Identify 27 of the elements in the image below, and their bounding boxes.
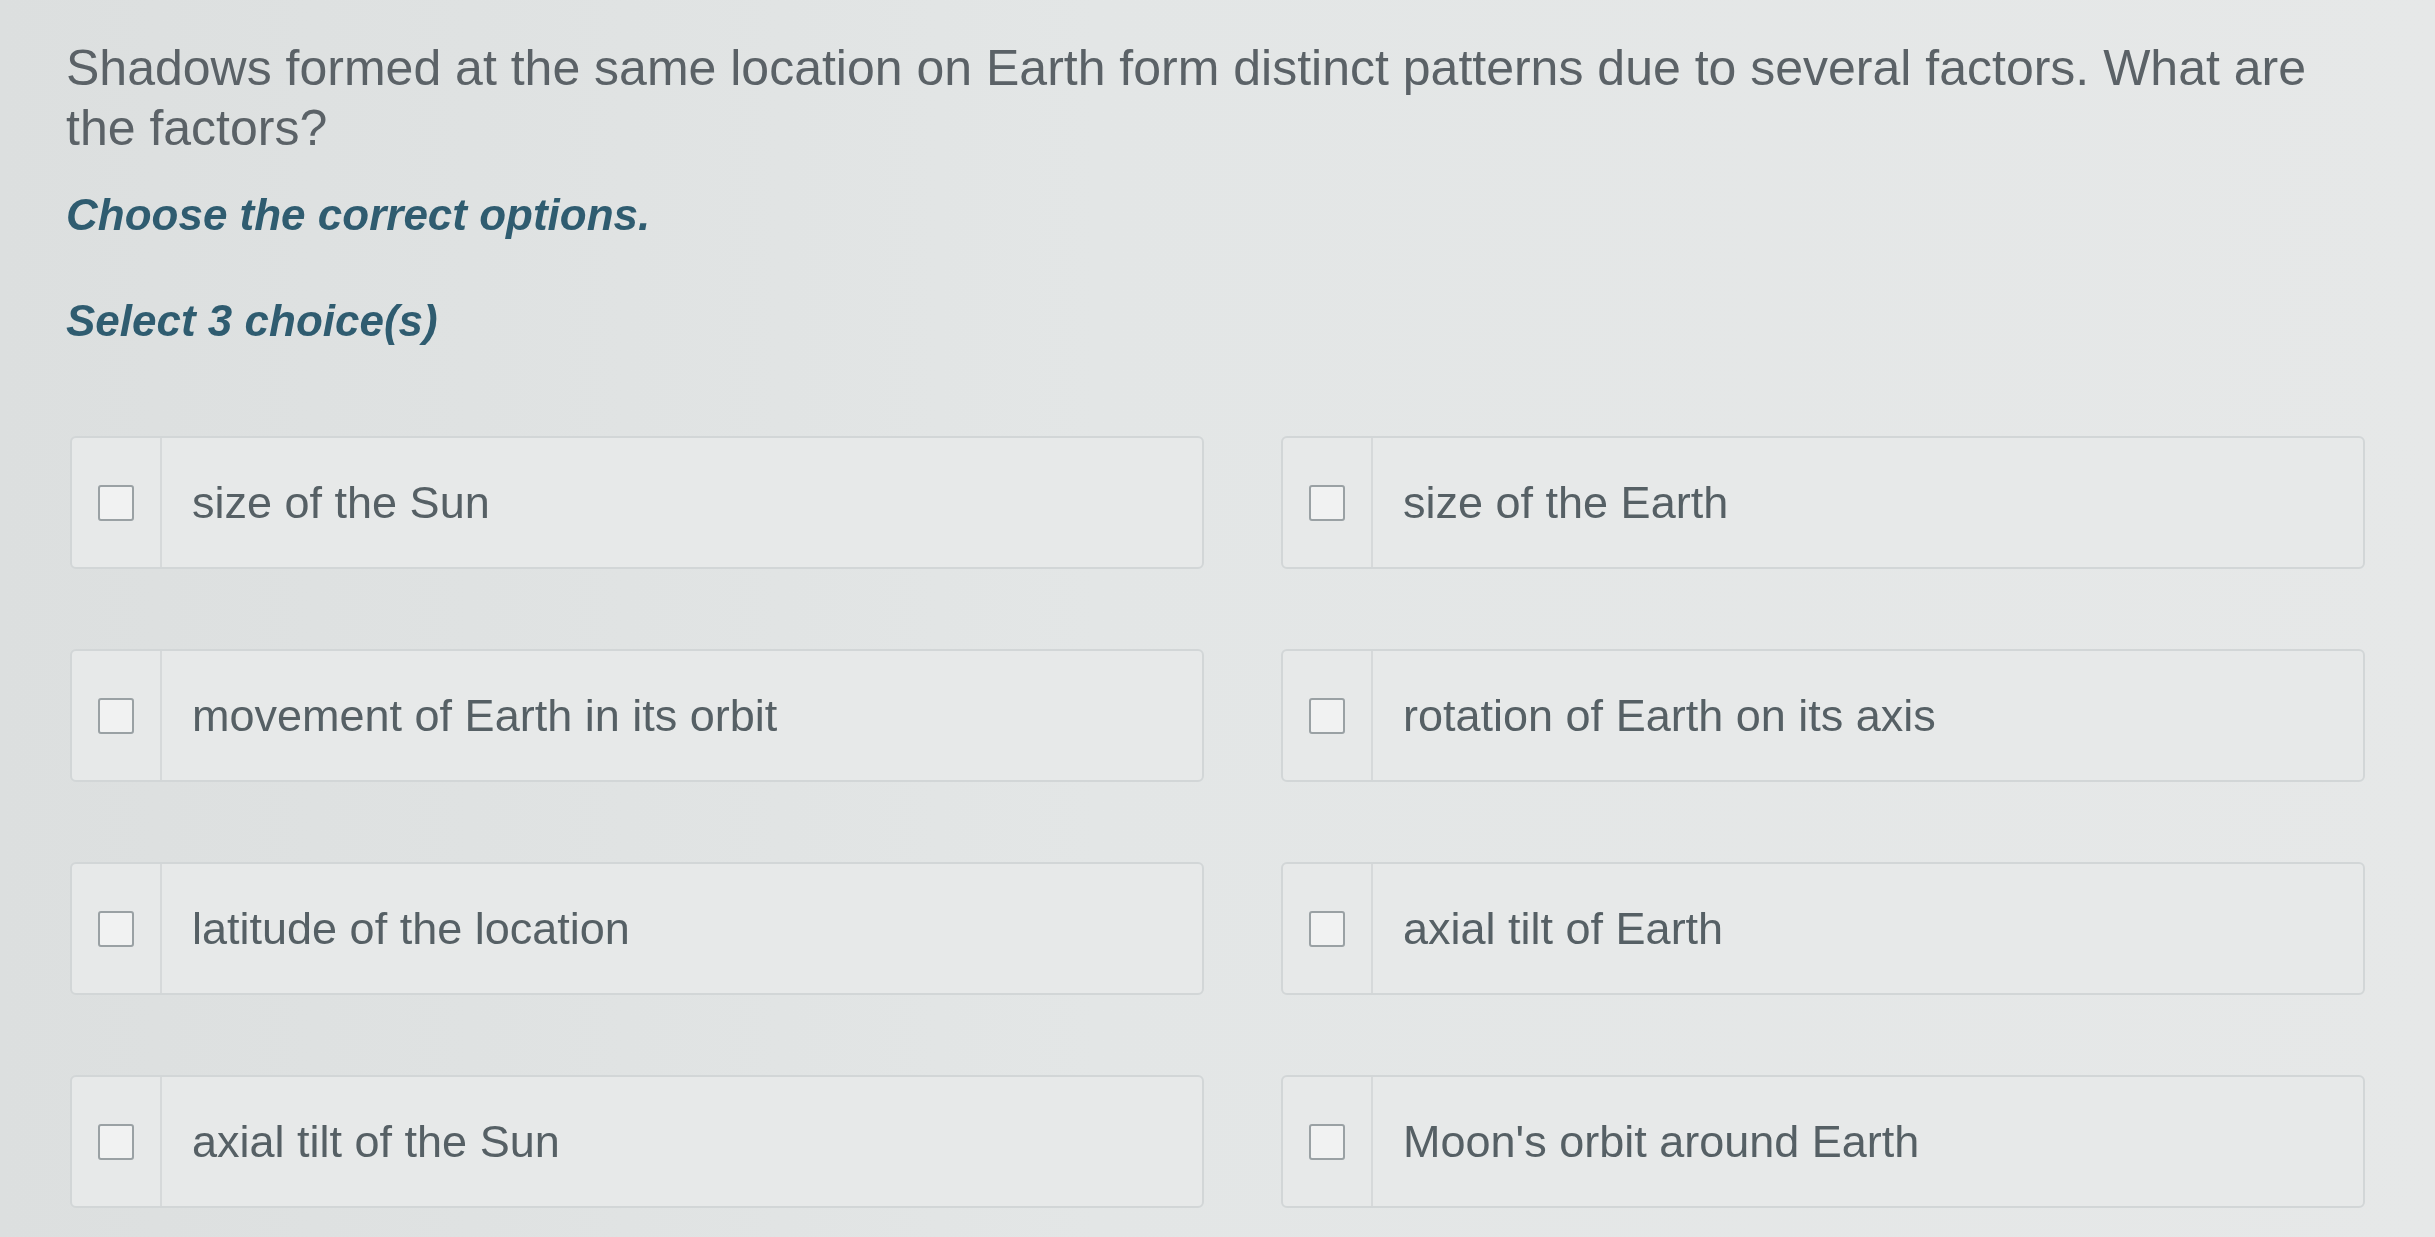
option-label: movement of Earth in its orbit xyxy=(192,688,778,743)
option-label: size of the Sun xyxy=(192,475,490,530)
instruction-text: Choose the correct options. xyxy=(66,189,651,241)
option-card[interactable]: size of the Sun xyxy=(70,436,1204,569)
option-label: latitude of the location xyxy=(192,901,630,956)
option-label: axial tilt of the Sun xyxy=(192,1114,560,1169)
option-card[interactable]: size of the Earth xyxy=(1281,436,2365,569)
checkbox[interactable] xyxy=(1309,484,1345,521)
checkbox[interactable] xyxy=(1309,910,1345,947)
option-card[interactable]: latitude of the location xyxy=(70,862,1204,995)
option-label: Moon's orbit around Earth xyxy=(1403,1114,1920,1169)
checkbox[interactable] xyxy=(98,1123,134,1160)
option-card[interactable]: axial tilt of Earth xyxy=(1281,862,2365,995)
selection-hint: Select 3 choice(s) xyxy=(66,295,438,347)
checkbox[interactable] xyxy=(1309,697,1345,734)
option-label: size of the Earth xyxy=(1403,475,1729,530)
checkbox[interactable] xyxy=(98,697,134,734)
checkbox[interactable] xyxy=(98,484,134,521)
option-card[interactable]: rotation of Earth on its axis xyxy=(1281,649,2365,782)
question-text: Shadows formed at the same location on Earth form distinct patterns due to several factors. What are the factors? xyxy=(66,39,2307,158)
option-card[interactable]: Moon's orbit around Earth xyxy=(1281,1075,2365,1208)
option-label: rotation of Earth on its axis xyxy=(1403,688,1936,743)
option-label: axial tilt of Earth xyxy=(1403,901,1724,956)
option-card[interactable]: axial tilt of the Sun xyxy=(70,1075,1204,1208)
option-card[interactable]: movement of Earth in its orbit xyxy=(70,649,1204,782)
checkbox[interactable] xyxy=(1309,1123,1345,1160)
checkbox[interactable] xyxy=(98,910,134,947)
